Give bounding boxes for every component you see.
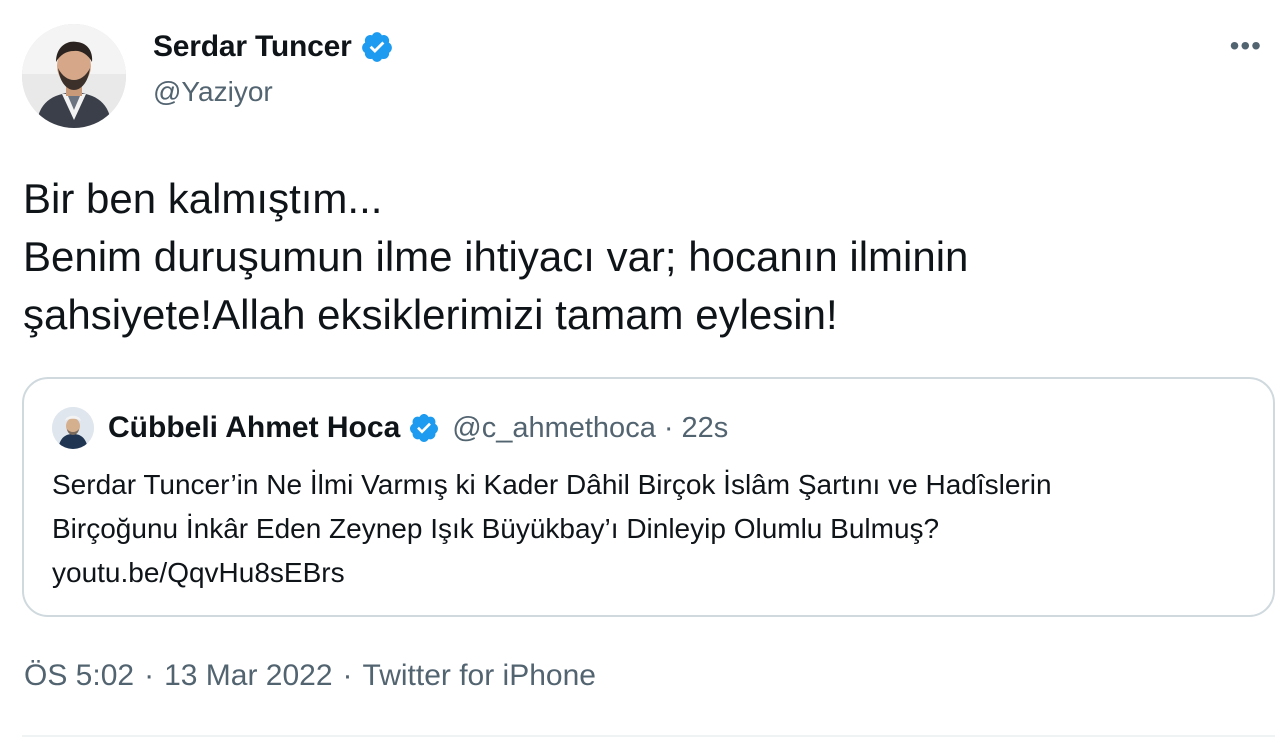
quoted-tweet-header: Cübbeli Ahmet Hoca @c_ahmethoca · 22s xyxy=(52,407,728,449)
quoted-tweet-card[interactable]: Cübbeli Ahmet Hoca @c_ahmethoca · 22s Se… xyxy=(22,377,1275,617)
quoted-author-avatar[interactable] xyxy=(52,407,94,449)
tweet-text-line: şahsiyete!Allah eksiklerimizi tamam eyle… xyxy=(23,291,838,338)
author-name[interactable]: Serdar Tuncer xyxy=(153,30,352,64)
separator-dot: · xyxy=(663,411,674,444)
verified-badge-icon xyxy=(361,32,392,62)
tweet-text-line: Benim duruşumun ilme ihtiyacı var; hocan… xyxy=(23,233,969,280)
verified-badge-icon xyxy=(410,414,439,442)
tweet-text-line: Bir ben kalmıştım... xyxy=(23,175,383,222)
quoted-author-name[interactable]: Cübbeli Ahmet Hoca xyxy=(108,411,400,445)
separator-dot: · xyxy=(342,659,353,692)
tweet-text: Bir ben kalmıştım... Benim duruşumun ilm… xyxy=(23,170,1253,344)
tweet-time[interactable]: ÖS 5:02 xyxy=(24,659,134,693)
tweet-source[interactable]: Twitter for iPhone xyxy=(363,659,596,693)
divider xyxy=(22,735,1275,737)
separator-dot: · xyxy=(144,659,155,692)
quoted-tweet-text: Serdar Tuncer’in Ne İlmi Varmış ki Kader… xyxy=(52,463,1252,595)
quoted-author-avatar-image xyxy=(52,407,94,449)
quoted-timestamp[interactable]: 22s xyxy=(682,412,729,445)
quoted-text-line: Birçoğunu İnkâr Eden Zeynep Işık Büyükba… xyxy=(52,513,940,544)
author-handle[interactable]: @Yaziyor xyxy=(153,76,273,108)
more-options-icon[interactable]: ••• xyxy=(1230,32,1262,60)
author-avatar[interactable] xyxy=(22,24,126,128)
tweet: Serdar Tuncer @Yaziyor ••• Bir ben kalmı… xyxy=(0,0,1280,751)
tweet-meta: ÖS 5:02 · 13 Mar 2022 · Twitter for iPho… xyxy=(24,659,596,693)
tweet-date[interactable]: 13 Mar 2022 xyxy=(164,659,332,693)
author-avatar-image xyxy=(22,24,126,128)
quoted-author-handle[interactable]: @c_ahmethoca xyxy=(452,412,656,445)
quoted-text-line: Serdar Tuncer’in Ne İlmi Varmış ki Kader… xyxy=(52,469,1052,500)
author-name-row: Serdar Tuncer xyxy=(153,30,394,64)
quoted-link[interactable]: youtu.be/QqvHu8sEBrs xyxy=(52,551,1252,595)
